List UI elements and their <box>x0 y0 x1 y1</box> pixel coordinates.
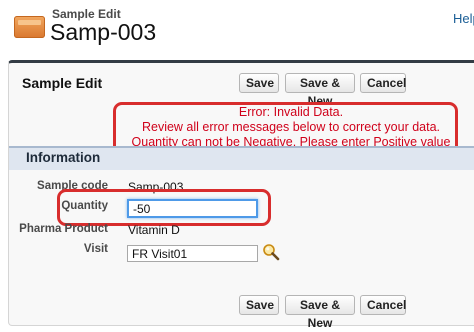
pharma-product-label: Pharma Product <box>19 223 108 235</box>
sample-object-icon <box>14 16 45 38</box>
save-button-top[interactable]: Save <box>239 73 279 93</box>
save-button-bottom[interactable]: Save <box>239 295 279 315</box>
cancel-button-bottom[interactable]: Cancel <box>360 295 406 315</box>
visit-label: Visit <box>83 243 108 255</box>
save-new-button-top[interactable]: Save & New <box>285 73 355 108</box>
quantity-highlight-box <box>57 189 271 226</box>
help-link[interactable]: Help <box>453 11 474 26</box>
cancel-button-top[interactable]: Cancel <box>360 73 406 93</box>
lookup-search-icon[interactable] <box>262 243 280 261</box>
save-new-button-bottom[interactable]: Save & New <box>285 295 355 330</box>
record-name: Samp-003 <box>50 19 157 45</box>
visit-lookup-input[interactable] <box>127 245 258 262</box>
panel-title: Sample Edit <box>22 75 103 91</box>
section-title: Information <box>26 150 101 165</box>
pharma-product-value: Vitamin D <box>128 223 180 237</box>
